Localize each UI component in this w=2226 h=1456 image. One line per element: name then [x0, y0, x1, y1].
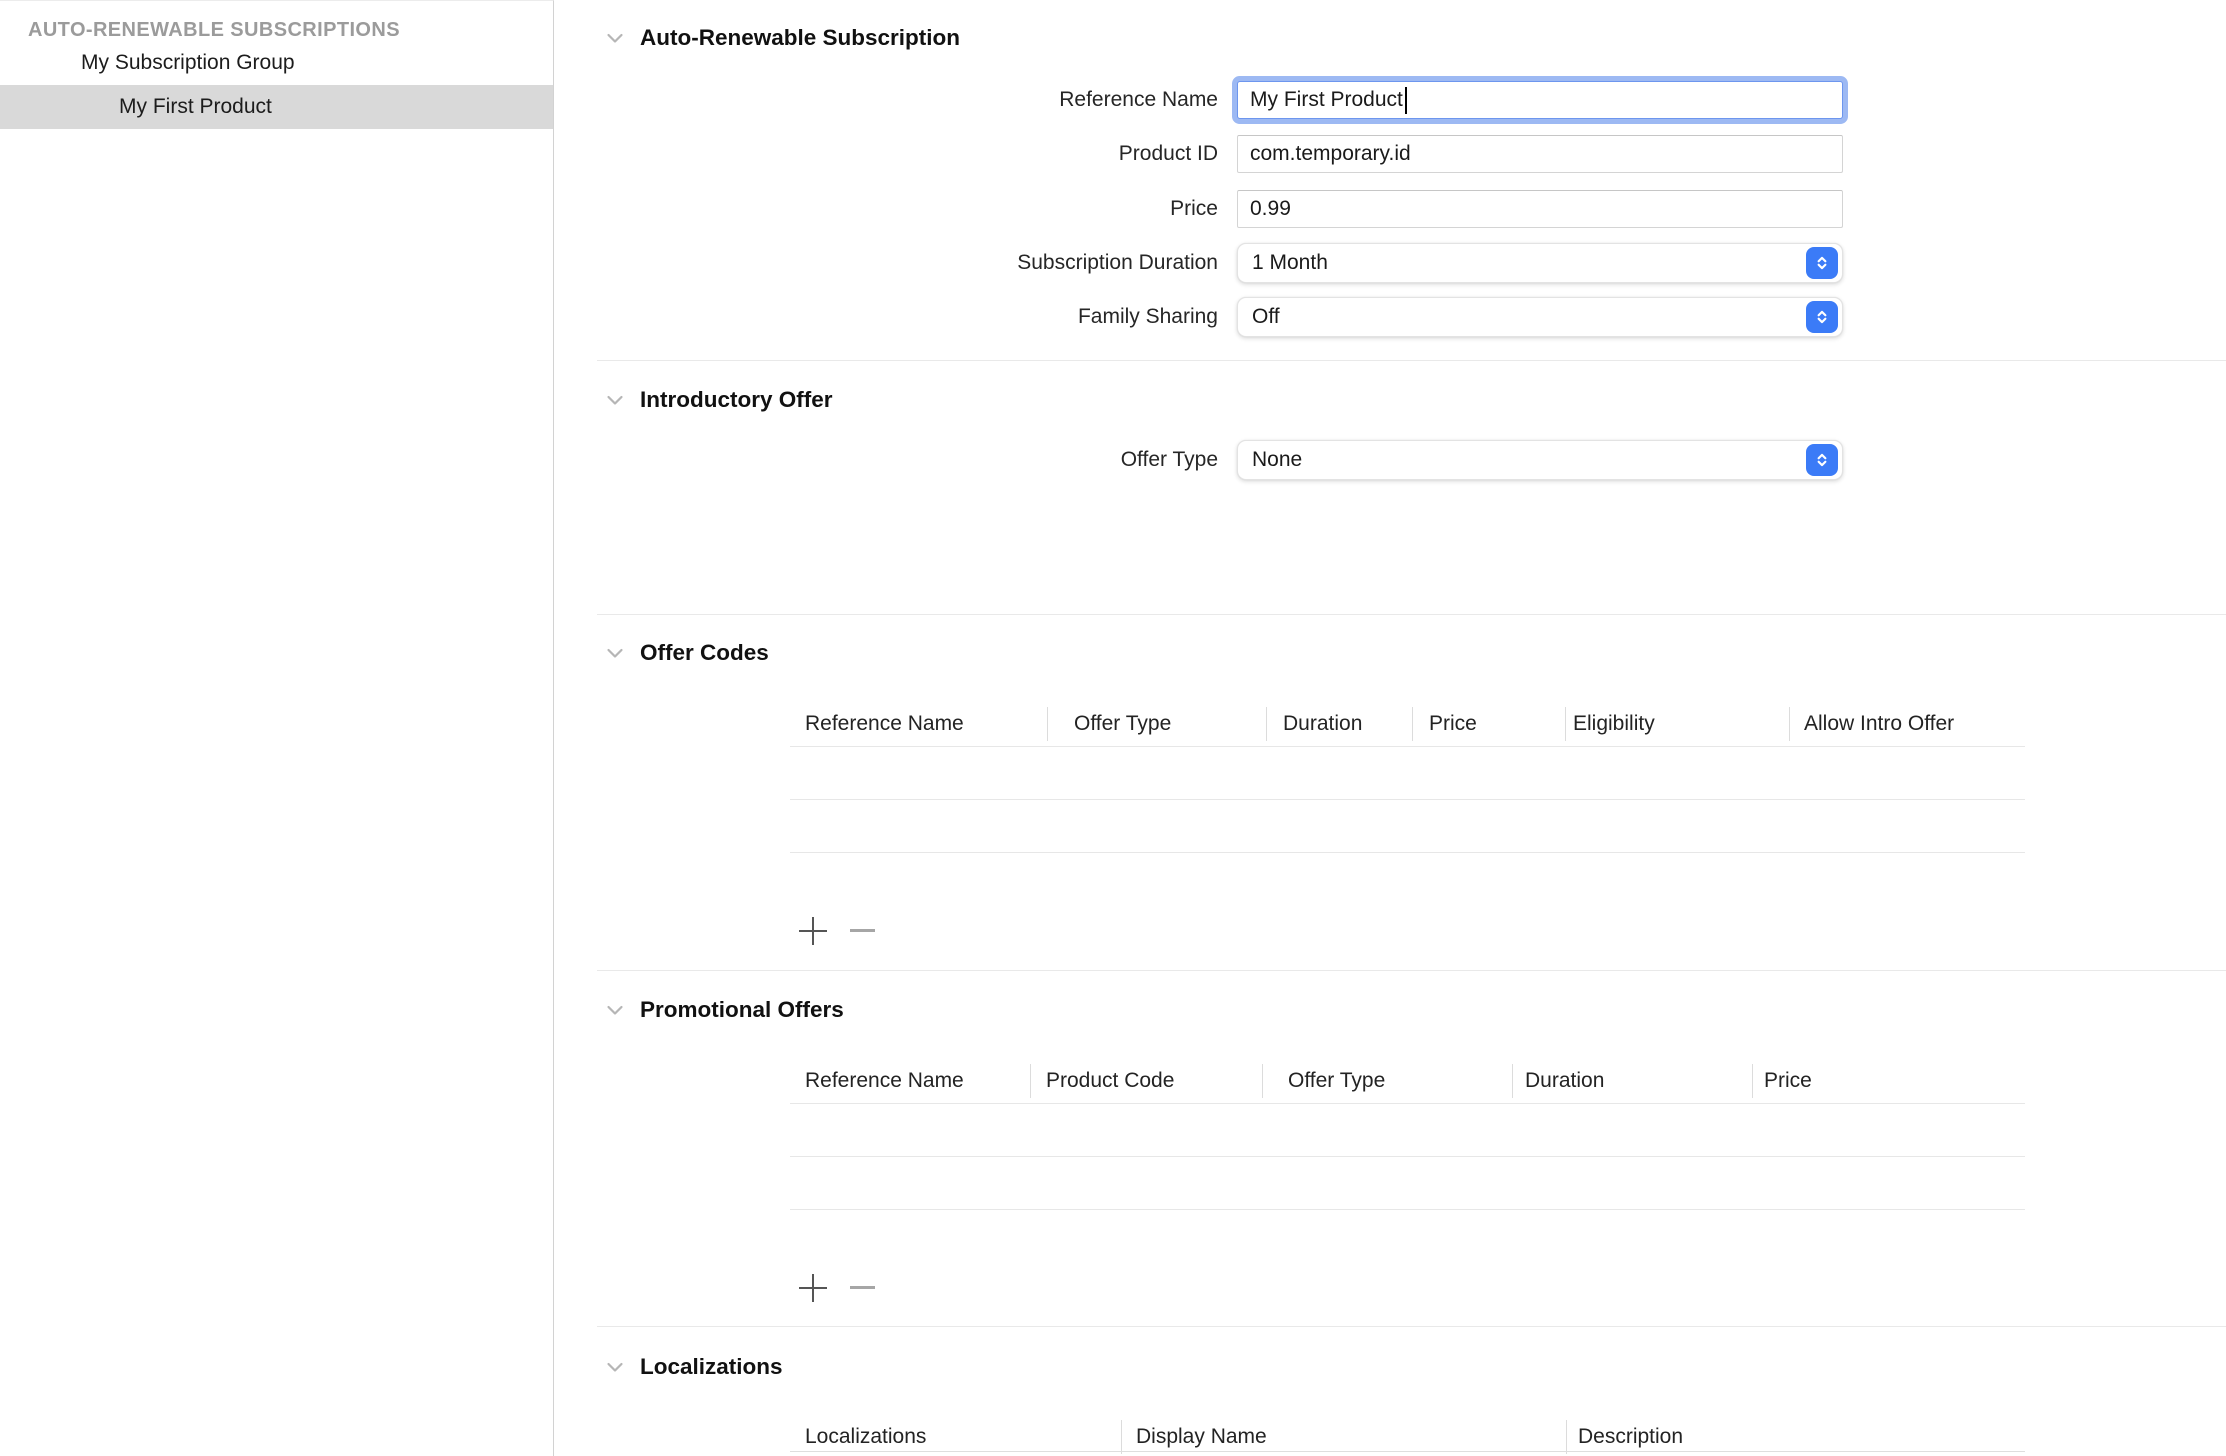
remove-promotional-offer-icon[interactable]	[850, 1286, 875, 1289]
sidebar-item-label: My Subscription Group	[81, 51, 295, 74]
reference-name-value: My First Product	[1250, 88, 1403, 112]
column-header[interactable]: Product Code	[1046, 1069, 1174, 1093]
column-header[interactable]: Reference Name	[805, 712, 964, 736]
column-separator	[1412, 707, 1413, 741]
offer-type-value: None	[1252, 448, 1302, 472]
column-separator	[1566, 1420, 1567, 1454]
section-title-localizations: Localizations	[640, 1354, 783, 1380]
column-header[interactable]: Price	[1764, 1069, 1812, 1093]
column-header[interactable]: Display Name	[1136, 1425, 1267, 1449]
text-caret	[1405, 87, 1407, 114]
column-separator	[1262, 1064, 1263, 1098]
column-header[interactable]: Offer Type	[1074, 712, 1171, 736]
column-separator	[1030, 1064, 1031, 1098]
offer-type-select[interactable]: None	[1237, 440, 1843, 480]
subscription-duration-select[interactable]: 1 Month	[1237, 243, 1843, 283]
reference-name-label: Reference Name	[554, 88, 1218, 112]
price-input[interactable]	[1237, 190, 1843, 228]
table-row	[790, 799, 2025, 800]
sidebar-item-label: My First Product	[119, 95, 272, 118]
column-header[interactable]: Localizations	[805, 1425, 926, 1449]
remove-offer-code-icon[interactable]	[850, 929, 875, 932]
storekit-configuration-window: AUTO-RENEWABLE SUBSCRIPTIONS My Subscrip…	[0, 0, 2226, 1456]
section-divider	[597, 360, 2226, 361]
section-divider	[597, 1326, 2226, 1327]
table-row	[790, 746, 2025, 747]
section-title-promotional-offers: Promotional Offers	[640, 997, 844, 1023]
table-row	[790, 1209, 2025, 1210]
stepper-arrows-icon	[1806, 247, 1838, 279]
column-header[interactable]: Allow Intro Offer	[1804, 712, 1954, 736]
column-header[interactable]: Duration	[1525, 1069, 1604, 1093]
offer-type-label: Offer Type	[554, 448, 1218, 472]
add-offer-code-icon[interactable]	[799, 917, 827, 945]
subscription-duration-value: 1 Month	[1252, 251, 1328, 275]
chevron-down-icon[interactable]	[603, 641, 627, 665]
product-id-input[interactable]	[1237, 135, 1843, 173]
column-header[interactable]: Offer Type	[1288, 1069, 1385, 1093]
product-id-label: Product ID	[554, 142, 1218, 166]
column-header[interactable]: Reference Name	[805, 1069, 964, 1093]
column-separator	[1512, 1064, 1513, 1098]
section-divider	[597, 614, 2226, 615]
section-title-offer-codes: Offer Codes	[640, 640, 769, 666]
column-header[interactable]: Price	[1429, 712, 1477, 736]
column-separator	[1565, 707, 1566, 741]
sidebar-actions	[0, 1404, 553, 1456]
column-separator	[1789, 707, 1790, 741]
stepper-arrows-icon	[1806, 301, 1838, 333]
family-sharing-value: Off	[1252, 305, 1280, 329]
family-sharing-label: Family Sharing	[554, 305, 1218, 329]
column-header[interactable]: Eligibility	[1573, 712, 1655, 736]
sidebar-item-first-product[interactable]: My First Product	[0, 85, 553, 129]
column-header[interactable]: Duration	[1283, 712, 1362, 736]
table-row	[790, 852, 2025, 853]
price-label: Price	[554, 197, 1218, 221]
column-separator	[1752, 1064, 1753, 1098]
column-separator	[1266, 707, 1267, 741]
product-detail-pane: Auto-Renewable Subscription Reference Na…	[554, 0, 2226, 1456]
column-header[interactable]: Description	[1578, 1425, 1683, 1449]
reference-name-input[interactable]: My First Product	[1237, 81, 1843, 119]
sidebar: AUTO-RENEWABLE SUBSCRIPTIONS My Subscrip…	[0, 0, 554, 1456]
subscription-duration-label: Subscription Duration	[554, 251, 1218, 275]
chevron-down-icon[interactable]	[603, 26, 627, 50]
section-title-introductory-offer: Introductory Offer	[640, 387, 833, 413]
table-row	[790, 1451, 2025, 1452]
section-divider	[597, 970, 2226, 971]
family-sharing-select[interactable]: Off	[1237, 297, 1843, 337]
section-title-subscription: Auto-Renewable Subscription	[640, 25, 960, 51]
column-separator	[1121, 1420, 1122, 1454]
sidebar-item-subscription-group[interactable]: My Subscription Group	[0, 41, 553, 85]
chevron-down-icon[interactable]	[603, 998, 627, 1022]
column-separator	[1047, 707, 1048, 741]
table-row	[790, 1156, 2025, 1157]
chevron-down-icon[interactable]	[603, 1355, 627, 1379]
table-row	[790, 1103, 2025, 1104]
add-promotional-offer-icon[interactable]	[799, 1274, 827, 1302]
chevron-down-icon[interactable]	[603, 388, 627, 412]
stepper-arrows-icon	[1806, 444, 1838, 476]
